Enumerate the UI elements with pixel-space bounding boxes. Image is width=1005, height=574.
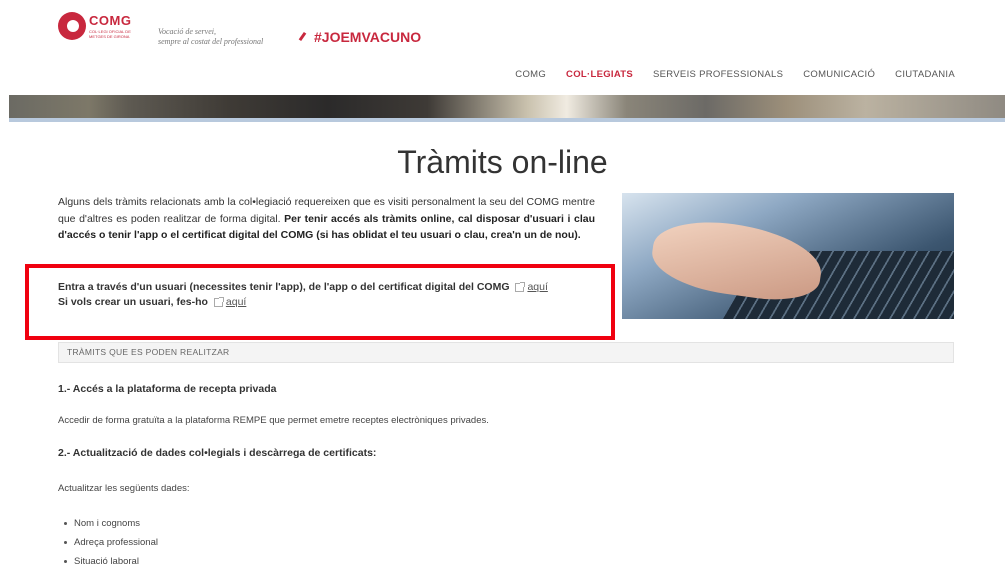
access-line-1: Entra a través d'un usuari (necessites t… — [58, 281, 510, 293]
list-item: Nom i cognoms — [58, 517, 158, 536]
tagline: Vocació de servei, sempre al costat del … — [158, 27, 298, 47]
logo-text: COMG — [89, 13, 132, 28]
syringe-icon — [298, 31, 307, 41]
header-banner-image — [9, 95, 1005, 118]
logo-mark-icon — [58, 12, 86, 40]
external-link-icon — [515, 281, 526, 292]
page-title: Tràmits on-line — [397, 144, 608, 180]
logo-subtitle: COL·LEGI OFICIAL DE METGES DE GIRONA — [89, 29, 131, 39]
item-2-heading: 2.- Actualització de dades col•legials i… — [58, 447, 377, 459]
main-nav: COMG COL·LEGIATS SERVEIS PROFESSIONALS C… — [515, 69, 955, 80]
tagline-line-2: sempre al costat del professional — [158, 37, 264, 46]
item-2-description: Actualitzar les següents dades: — [58, 483, 190, 494]
access-login-link[interactable]: aquí — [527, 281, 547, 293]
list-item: Adreça professional — [58, 536, 158, 555]
hashtag-text: #JOEMVACUNO — [314, 29, 422, 45]
banner-divider — [9, 118, 1005, 122]
hand-shape — [647, 213, 827, 307]
data-list: Nom i cognoms Adreça professional Situac… — [58, 517, 158, 574]
external-link-icon — [213, 296, 224, 307]
intro-text: Alguns dels tràmits relacionats amb la c… — [58, 194, 595, 244]
create-user-link[interactable]: aquí — [226, 296, 246, 308]
nav-item-col-legiats[interactable]: COL·LEGIATS — [566, 69, 633, 80]
section-bar: TRÀMITS QUE ES PODEN REALITZAR — [58, 342, 954, 363]
hashtag-link[interactable]: #JOEMVACUNO — [298, 29, 421, 45]
item-1-description: Accedir de forma gratuïta a la plataform… — [58, 415, 489, 426]
item-1-heading: 1.- Accés a la plataforma de recepta pri… — [58, 383, 277, 395]
tagline-line-1: Vocació de servei, — [158, 27, 216, 36]
nav-item-comunicacio[interactable]: COMUNICACIÓ — [803, 69, 875, 80]
typing-photo — [622, 193, 954, 319]
nav-item-serveis-professionals[interactable]: SERVEIS PROFESSIONALS — [653, 69, 783, 80]
nav-item-ciutadania[interactable]: CIUTADANIA — [895, 69, 955, 80]
nav-item-comg[interactable]: COMG — [515, 69, 546, 80]
list-item: Situació laboral — [58, 555, 158, 574]
comg-logo[interactable]: COMG COL·LEGI OFICIAL DE METGES DE GIRON… — [58, 12, 136, 42]
access-text: Entra a través d'un usuari (necessites t… — [58, 280, 595, 310]
access-line-2: Si vols crear un usuari, fes-ho — [58, 296, 208, 308]
